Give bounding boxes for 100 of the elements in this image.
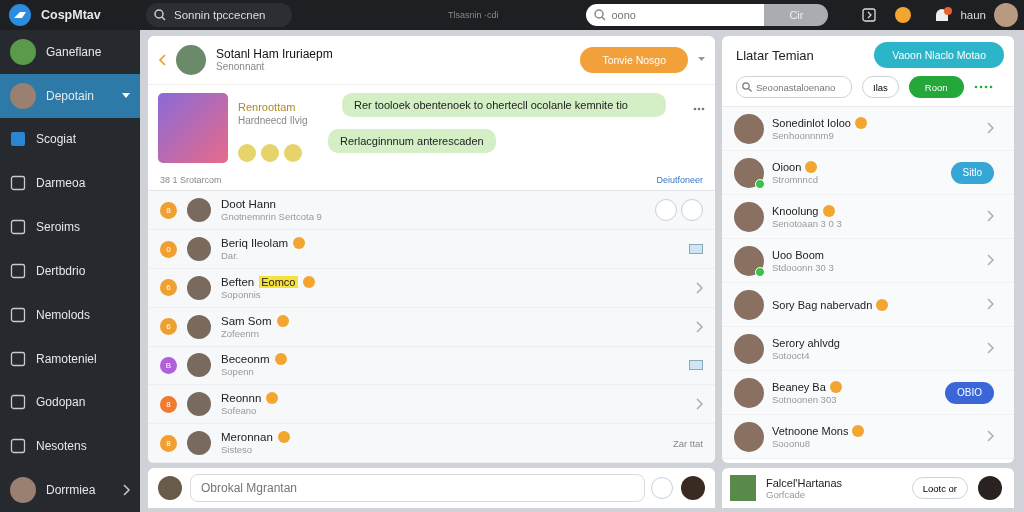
search-field[interactable]: Seoonastaloenano (736, 76, 852, 98)
friend-row[interactable]: Vetnoone Mons Sooonu8 (722, 415, 1014, 459)
count-badge: 8 (160, 434, 177, 452)
conversation-row[interactable]: 6 Beften Eomco Soponnis (148, 268, 715, 308)
friend-row[interactable]: Beaney Ba Sotnoonen 303 OBIO (722, 371, 1014, 415)
sidebar-item[interactable]: Darmeoa (0, 161, 140, 206)
sidebar-item[interactable]: Scogiat (0, 117, 140, 162)
conversation-row[interactable]: 8 Meronnan Sisteso Zar ttat (148, 424, 715, 463)
friend-row[interactable]: Oioon Stromnncd Sitlo (722, 151, 1014, 195)
image-icon[interactable] (689, 244, 703, 254)
avatar (734, 333, 764, 364)
message-preview: Dar. (221, 250, 240, 261)
more-icon[interactable] (693, 106, 705, 111)
conversation-row[interactable]: 6 Sam Som Zofeenrn (148, 307, 715, 347)
search-icon (594, 9, 607, 21)
contact-name: Sam Som (221, 314, 272, 327)
chevron-icon (695, 320, 703, 333)
conversation-row[interactable]: B Beceonm Sopenn (148, 346, 715, 386)
chevron-icon (695, 398, 703, 411)
message-field[interactable]: Obrokal Mgrantan (190, 474, 645, 502)
message-preview: Sofeano (221, 405, 258, 417)
avatar (261, 143, 279, 162)
friend-status: Sotnoonen 303 (772, 393, 838, 405)
conversation-row[interactable]: 0 Beriq Ileolam Dar. (148, 230, 715, 269)
sidebar-item[interactable]: Depotain (0, 73, 140, 118)
conversation-row[interactable]: 8 Reonnn Sofeano (148, 385, 715, 425)
sidebar-item[interactable]: Nesotens (0, 424, 140, 469)
avatar (734, 289, 764, 320)
friend-row[interactable]: Sonedinlot Ioloo Senhoonnnm9 (722, 107, 1014, 151)
square-icon (10, 394, 26, 411)
square-icon (10, 438, 26, 455)
sidebar-item[interactable]: Dorrmiea (0, 468, 140, 512)
avatar (158, 476, 182, 500)
more-icon[interactable] (973, 85, 994, 89)
user-name: haun (960, 9, 986, 21)
avatar (176, 44, 206, 75)
message-preview: Gnotnemnrin Sertcota 9 (221, 211, 322, 223)
square-icon[interactable] (862, 8, 877, 22)
avatar (10, 82, 36, 109)
contact-name: Sotanl Ham Iruriaepm (216, 47, 333, 62)
square-icon (10, 306, 26, 323)
filter-button[interactable]: Ilas (862, 76, 899, 98)
sidebar-item[interactable]: Godopan (0, 380, 140, 425)
count-badge: 8 (160, 395, 177, 413)
status-text: Tlsasnin ·cdi (448, 10, 499, 20)
avatar (10, 477, 36, 504)
contact-name: Meronnan (221, 431, 273, 444)
emoji-button[interactable] (651, 477, 673, 499)
message-bubble: Rerlacginnnum anterescaden (328, 128, 496, 153)
search-icon (154, 9, 166, 21)
post-title: Renroottam (238, 100, 297, 113)
count-badge: 6 (160, 279, 177, 297)
sidebar-item[interactable]: Dertbdrio (0, 249, 140, 293)
avatar (187, 237, 211, 261)
caret-icon[interactable] (698, 57, 705, 63)
friend-row[interactable]: Knoolung Senotoaan 3 0 3 (722, 195, 1014, 239)
avatar (734, 113, 764, 144)
sidebar-item[interactable]: Ramoteniel (0, 336, 140, 381)
message-preview: Zofeenrn (221, 327, 261, 339)
square-icon (10, 175, 26, 192)
avatar (187, 198, 211, 223)
avatar (978, 476, 1002, 500)
sidebar-item[interactable]: Ganeflane (0, 29, 140, 74)
image-placeholder (158, 92, 228, 163)
image-icon[interactable] (689, 360, 703, 371)
avatar (734, 245, 764, 276)
search-field[interactable]: Sonnin tpccecnen (146, 3, 292, 27)
friend-status: Stdooonn 30 3 (772, 261, 834, 273)
friend-row[interactable]: Uoo Boom Stdooonn 30 3 (722, 239, 1014, 283)
search-input[interactable]: oono (609, 8, 765, 22)
friend-name: Sonedinlot Ioloo (772, 116, 851, 129)
details-link[interactable]: Deiutfoneer (656, 175, 703, 186)
avatar (238, 143, 256, 162)
conversation-row[interactable]: 8 Doot Hann Gnotnemnrin Sertcota 9 (148, 191, 715, 231)
notification-icon[interactable] (934, 7, 953, 23)
friend-row[interactable]: Serory ahlvdg Sotooct4 (722, 327, 1014, 371)
message-preview: Sisteso (221, 444, 254, 456)
contact-button[interactable]: Lootc or (911, 477, 968, 499)
friend-status: Stromnncd (772, 173, 818, 185)
back-icon[interactable] (158, 53, 166, 66)
friend-status: Sotooct4 (772, 349, 811, 361)
caret-icon (122, 92, 130, 99)
friend-row[interactable]: Sory Bag nabervadn (722, 283, 1014, 327)
friend-status: Senotoaan 3 0 3 (772, 217, 842, 229)
friend-name: Sory Bag nabervadn (772, 298, 873, 311)
emoji-icon[interactable] (894, 6, 913, 24)
friend-action-button[interactable]: OBIO (945, 381, 994, 404)
app-icon (10, 131, 26, 148)
sidebar-item[interactable]: Seroims (0, 205, 140, 250)
sidebar-item[interactable]: Nemolods (0, 292, 140, 337)
chevron-icon (122, 484, 130, 497)
chevron-icon (986, 209, 994, 222)
contact-name: Falcel'Hartanas (766, 476, 843, 489)
search-field[interactable]: oono (586, 4, 765, 26)
count-badge: 8 (160, 201, 177, 219)
square-icon (10, 350, 26, 367)
chevron-icon (986, 253, 994, 266)
count-badge: 0 (160, 240, 177, 258)
avatar (187, 275, 211, 300)
avatar (187, 314, 211, 339)
